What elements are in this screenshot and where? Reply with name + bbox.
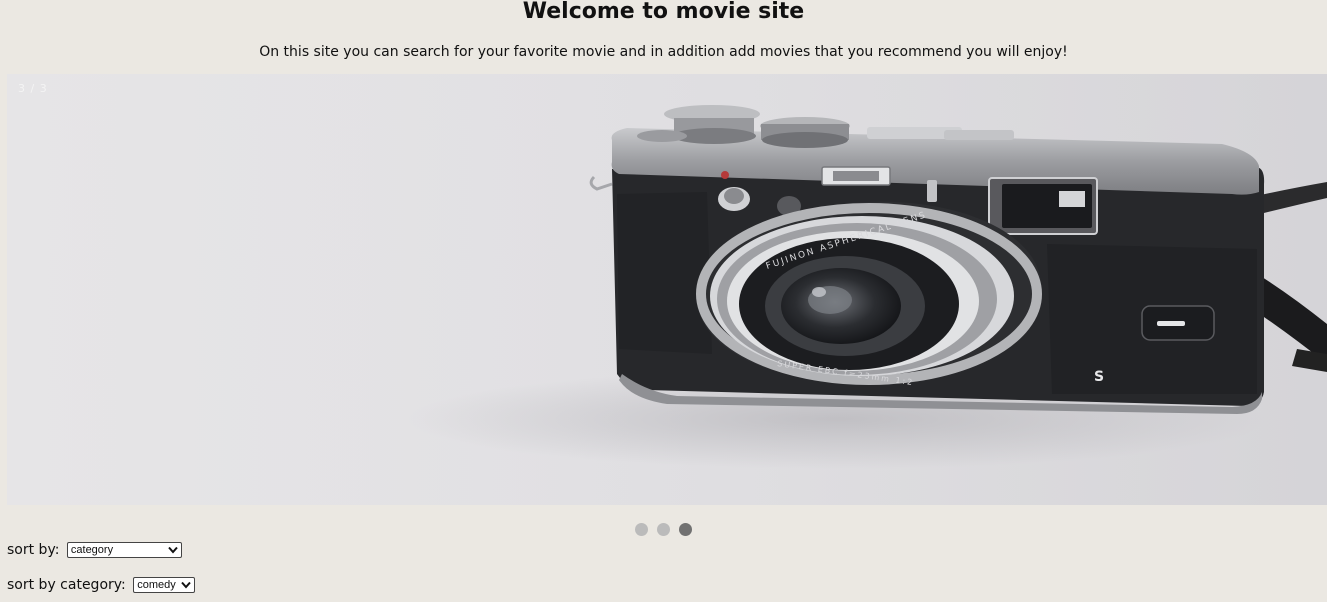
sort-by-row: sort by: category (7, 541, 182, 559)
sort-by-category-select-value: comedy (137, 579, 176, 591)
sort-by-category-label: sort by category: (7, 577, 126, 593)
slide-dot-2[interactable] (657, 523, 670, 536)
page-title: Welcome to movie site (522, 0, 805, 24)
chevron-down-icon (181, 581, 191, 589)
chevron-down-icon (168, 546, 178, 554)
slideshow: FUJINON ASPHERICAL LENS SUPER EBC f=23mm… (7, 74, 1327, 505)
intro-text: On this site you can search for your fav… (259, 44, 1068, 60)
sort-by-category-select[interactable]: comedy (133, 577, 196, 593)
slide-dots (0, 523, 1327, 536)
sort-by-label: sort by: (7, 542, 60, 558)
slide-counter: 3 / 3 (18, 82, 48, 95)
slide-image-camera: FUJINON ASPHERICAL LENS SUPER EBC f=23mm… (7, 74, 1327, 505)
sort-by-select[interactable]: category (66, 542, 182, 558)
dial-letter: S (1094, 369, 1104, 385)
slide-dot-3[interactable] (679, 523, 692, 536)
sort-by-category-row: sort by category: comedy (7, 576, 196, 594)
sort-by-select-value: category (70, 544, 114, 556)
slide-dot-1[interactable] (635, 523, 648, 536)
